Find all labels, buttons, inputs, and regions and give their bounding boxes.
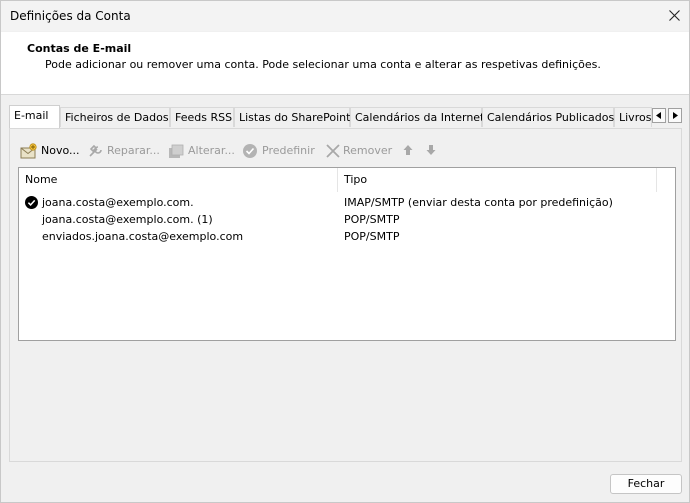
remove-x-icon [326, 144, 340, 158]
repair-label: Reparar... [107, 144, 160, 157]
repair-button[interactable]: Reparar... [88, 142, 160, 160]
account-type: IMAP/SMTP (enviar desta conta por predef… [344, 196, 613, 209]
close-dialog-button[interactable]: Fechar [610, 474, 682, 494]
close-button[interactable] [659, 1, 689, 31]
change-label: Alterar... [188, 144, 235, 157]
account-row[interactable]: joana.costa@exemplo.com. IMAP/SMTP (envi… [19, 194, 675, 211]
new-account-label: Novo... [41, 144, 80, 157]
header-panel: Contas de E-mail Pode adicionar ou remov… [1, 32, 689, 95]
tab-sharepoint-lists[interactable]: Listas do SharePoint [234, 107, 350, 127]
accounts-list[interactable]: Nome Tipo joana.costa@exemplo.com. IMAP/… [18, 167, 676, 341]
column-header-name[interactable]: Nome [19, 168, 337, 192]
account-row[interactable]: joana.costa@exemplo.com. (1) POP/SMTP [19, 211, 675, 228]
new-account-button[interactable]: Novo... [20, 142, 80, 160]
account-card-icon [169, 144, 184, 158]
window-title: Definições da Conta [10, 9, 131, 23]
tab-scroll-right-button[interactable] [668, 108, 682, 123]
tab-address-books[interactable]: Livros [614, 107, 652, 127]
column-divider[interactable] [656, 168, 657, 192]
column-header-type[interactable]: Tipo [338, 168, 656, 192]
change-button[interactable]: Alterar... [168, 142, 238, 160]
tab-published-calendars[interactable]: Calendários Publicados [482, 107, 614, 127]
account-toolbar: Novo... Reparar... Alterar... Predefinir… [20, 142, 680, 160]
account-type: POP/SMTP [344, 230, 400, 243]
remove-label: Remover [343, 144, 393, 157]
section-description: Pode adicionar ou remover uma conta. Pod… [45, 58, 601, 71]
tab-strip: E-mail Ficheiros de Dados Feeds RSS List… [9, 105, 682, 128]
tab-email[interactable]: E-mail [9, 105, 60, 128]
tab-data-files[interactable]: Ficheiros de Dados [60, 107, 170, 127]
new-mail-account-icon [20, 143, 37, 159]
triangle-right-icon [673, 112, 678, 119]
account-row[interactable]: enviados.joana.costa@exemplo.com POP/SMT… [19, 228, 675, 245]
tab-rss-feeds[interactable]: Feeds RSS [170, 107, 234, 127]
close-icon [669, 10, 680, 21]
account-type: POP/SMTP [344, 213, 400, 226]
account-name: enviados.joana.costa@exemplo.com [42, 230, 244, 243]
set-default-label: Predefinir [262, 144, 315, 157]
section-title: Contas de E-mail [27, 42, 132, 55]
checkmark-circle-icon [243, 144, 257, 158]
move-down-button[interactable] [425, 142, 439, 160]
set-default-button[interactable]: Predefinir [242, 142, 322, 160]
move-up-button[interactable] [402, 142, 416, 160]
arrow-up-icon [403, 145, 413, 155]
default-account-check-icon [25, 196, 38, 209]
email-tab-panel: Novo... Reparar... Alterar... Predefinir… [9, 128, 682, 462]
tab-scroll-left-button[interactable] [652, 108, 666, 123]
account-settings-dialog: Definições da Conta Contas de E-mail Pod… [0, 0, 690, 503]
account-name: joana.costa@exemplo.com. [42, 196, 194, 209]
triangle-left-icon [656, 112, 661, 119]
tab-internet-calendars[interactable]: Calendários da Internet [350, 107, 484, 127]
title-bar: Definições da Conta [1, 1, 689, 31]
account-name: joana.costa@exemplo.com. (1) [42, 213, 213, 226]
wrench-icon [89, 144, 102, 157]
remove-button[interactable]: Remover [325, 142, 395, 160]
arrow-down-icon [426, 145, 436, 155]
